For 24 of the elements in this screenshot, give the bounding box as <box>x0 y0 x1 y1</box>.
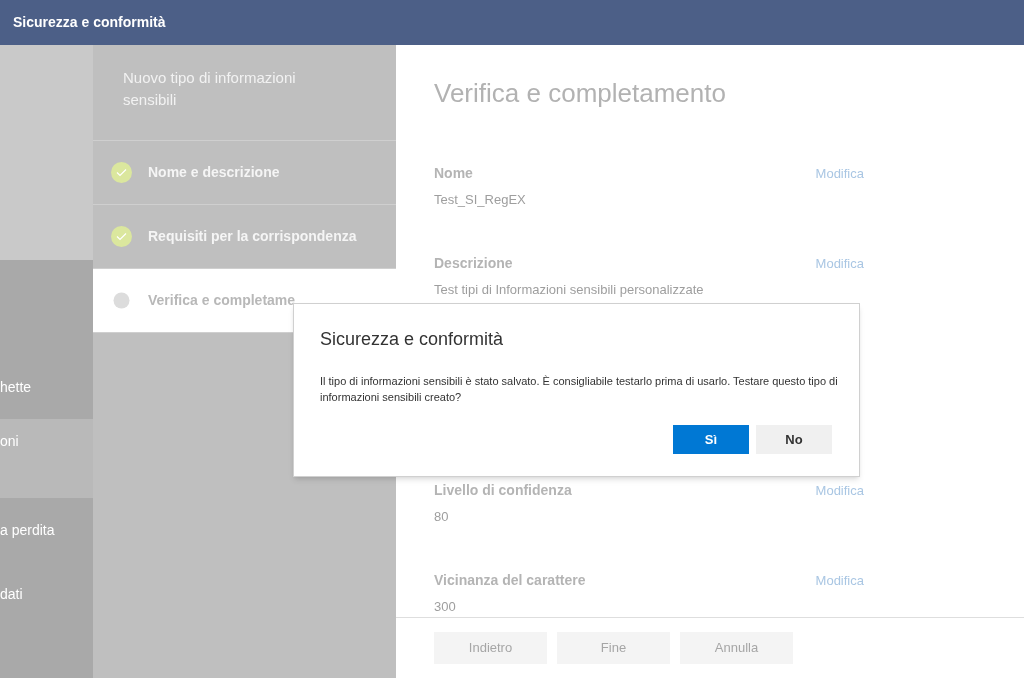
dialog-button[interactable]: Sì <box>673 425 749 454</box>
check-circle-icon <box>111 162 132 183</box>
circle-icon <box>111 290 132 311</box>
field-value: 300 <box>434 598 457 616</box>
field-label: Livello di confidenza <box>434 481 572 500</box>
edit-link[interactable]: Modifica <box>815 254 864 274</box>
field-value: Test tipi di Informazioni sensibili personalizzate <box>434 281 705 299</box>
nav-item[interactable]: dati <box>0 562 93 626</box>
page-title: Verifica e completamento <box>434 77 727 110</box>
dialog-message: Il tipo di informazioni sensibili è stato salvato. È consigliabile testarlo prima di usarlo. Testare questo tipo di informazioni sensibili creato? <box>320 374 839 405</box>
app-title: Sicurezza e conformità <box>13 13 166 32</box>
field-value: 80 <box>434 508 450 526</box>
nav-item[interactable]: a perdita <box>0 498 93 562</box>
edit-link[interactable]: Modifica <box>815 481 864 501</box>
field-value: Test_SI_RegEX <box>434 191 527 209</box>
field-label: Nome <box>434 164 473 183</box>
edit-link[interactable]: Modifica <box>815 164 864 184</box>
nav-item[interactable]: hette <box>0 355 93 419</box>
field-label: Vicinanza del carattere <box>434 571 586 590</box>
check-circle-icon <box>111 226 132 247</box>
dialog-button[interactable]: No <box>756 425 832 454</box>
edit-link[interactable]: Modifica <box>815 571 864 591</box>
field-label: Descrizione <box>434 254 513 273</box>
nav-item[interactable]: oni <box>0 419 93 498</box>
